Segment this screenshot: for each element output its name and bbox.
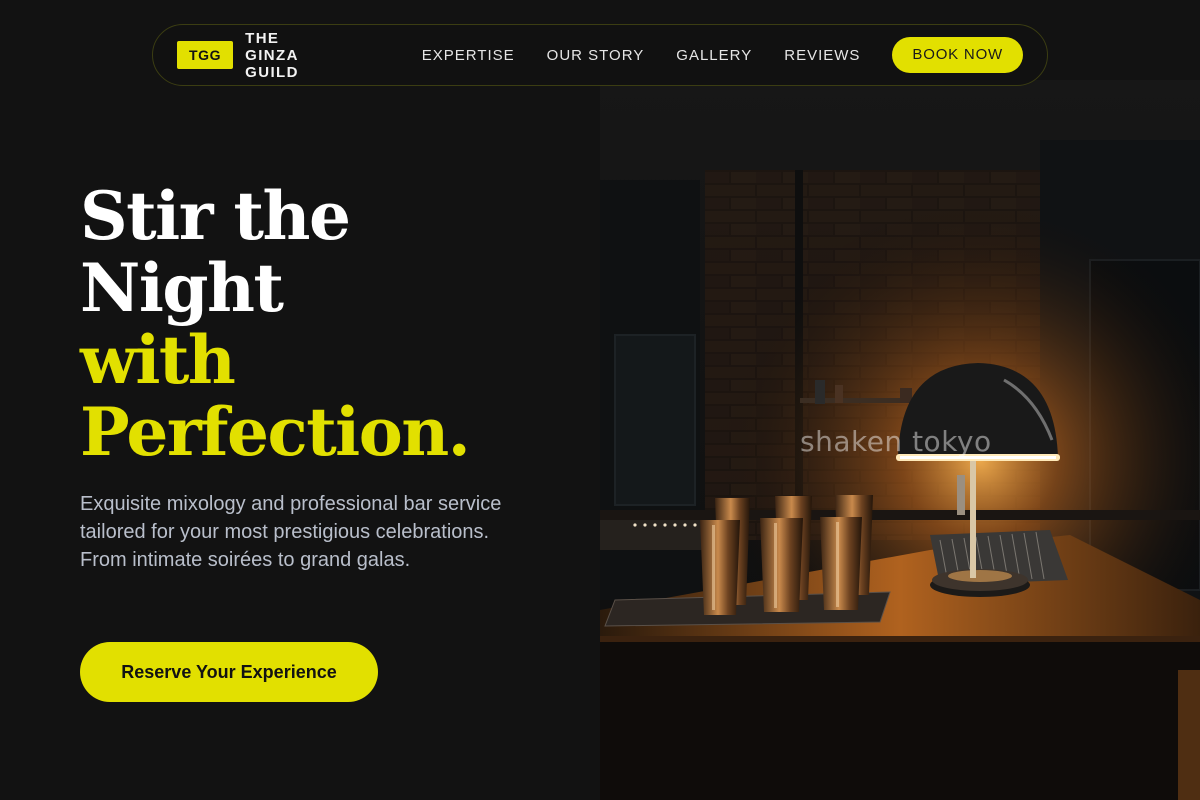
- headline-line-4: Perfection.: [80, 393, 471, 471]
- headline-line-1: Stir the: [80, 177, 351, 255]
- nav-link-our-story[interactable]: OUR STORY: [547, 47, 645, 64]
- nav-link-expertise[interactable]: EXPERTISE: [422, 47, 515, 64]
- brand-logo[interactable]: TGG THE GINZA GUILD: [177, 30, 338, 81]
- hero-headline: Stir the Night with Perfection.: [80, 177, 471, 471]
- hero-bar-photo: shaken tokyo: [600, 80, 1200, 800]
- photo-watermark: shaken tokyo: [800, 425, 992, 458]
- reserve-experience-button[interactable]: Reserve Your Experience: [80, 642, 378, 702]
- landing-page: shaken tokyo TGG THE GINZA GUILD EXPERTI…: [0, 0, 1200, 800]
- book-now-button[interactable]: BOOK NOW: [892, 37, 1023, 73]
- nav-links: EXPERTISE OUR STORY GALLERY REVIEWS: [422, 47, 861, 64]
- headline-line-2: Night: [80, 249, 284, 327]
- top-nav: TGG THE GINZA GUILD EXPERTISE OUR STORY …: [152, 24, 1048, 86]
- brand-badge: TGG: [177, 41, 234, 69]
- hero-description: Exquisite mixology and professional bar …: [80, 493, 502, 571]
- brand-name: THE GINZA GUILD: [245, 29, 299, 81]
- nav-link-reviews[interactable]: REVIEWS: [784, 47, 860, 64]
- headline-line-3: with: [80, 321, 236, 399]
- nav-link-gallery[interactable]: GALLERY: [676, 47, 752, 64]
